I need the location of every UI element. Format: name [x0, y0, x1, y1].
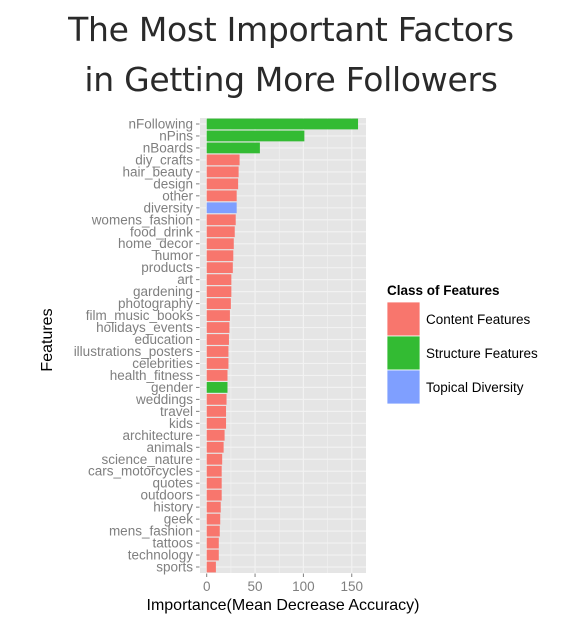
bar-health-fitness [206, 370, 228, 381]
bar-travel [206, 405, 227, 417]
x-tick-label: 0 [203, 579, 211, 594]
legend-item-topical-diversity: Topical Diversity [386, 369, 524, 405]
bar-hair-beauty [206, 166, 239, 178]
x-tick-label: 50 [248, 579, 263, 594]
bar-products [206, 262, 233, 274]
bar-gardening [206, 286, 232, 298]
bar-diversity [206, 202, 237, 214]
bar-nPins [206, 130, 305, 142]
bar-weddings [206, 393, 227, 405]
bar-kids [206, 417, 227, 429]
bar-nBoards [206, 142, 260, 154]
legend-label: Topical Diversity [426, 380, 524, 395]
legend-label: Content Features [426, 312, 531, 327]
legend: Class of Features Content Features Struct… [386, 283, 538, 405]
bar-history [206, 501, 221, 513]
legend-swatch [386, 335, 421, 371]
bar-photography [206, 298, 231, 309]
bar-geek [206, 513, 221, 525]
bar-education [206, 334, 229, 345]
legend-item-content-features: Content Features [386, 301, 531, 337]
bar-sports [206, 561, 216, 573]
x-axis: 0 50 100 150 [203, 573, 363, 594]
bar-science-nature [206, 453, 223, 465]
legend-title: Class of Features [387, 283, 500, 298]
bar-celebrities [206, 358, 229, 369]
bar-nFollowing [206, 118, 359, 130]
bar-technology [206, 549, 219, 561]
bar-art [206, 274, 232, 286]
legend-swatch [386, 369, 421, 405]
bar-chart: nFollowingnPinsnBoardsdiy_craftshair_bea… [39, 116, 538, 614]
y-tick-label: sports [156, 560, 193, 575]
legend-item-structure-features: Structure Features [386, 335, 538, 371]
x-tick-label: 150 [340, 579, 363, 594]
x-axis-title: Importance(Mean Decrease Accuracy) [147, 597, 420, 614]
bar-food-drink [206, 226, 235, 238]
bar-architecture [206, 429, 225, 441]
bar-gender [206, 382, 228, 393]
y-axis-title: Features [39, 308, 56, 371]
bar-womens-fashion [206, 214, 236, 226]
legend-label: Structure Features [426, 346, 538, 361]
bar-design [206, 178, 239, 190]
bar-outdoors [206, 489, 222, 501]
bar-film-music-books [206, 310, 230, 321]
bar-illustrations-posters [206, 346, 229, 357]
bar-mens-fashion [206, 525, 220, 537]
bar-tattoos [206, 537, 219, 549]
bar-holidays-events [206, 322, 230, 333]
legend-swatch [386, 301, 421, 337]
bar-other [206, 190, 237, 202]
bar-animals [206, 441, 224, 453]
y-axis: nFollowingnPinsnBoardsdiy_craftshair_bea… [74, 116, 200, 575]
x-tick-label: 100 [292, 579, 315, 594]
bar-quotes [206, 477, 222, 489]
bar-home-decor [206, 238, 234, 250]
bar-diy-crafts [206, 154, 240, 166]
bar-cars-motorcycles [206, 465, 222, 477]
bar-humor [206, 250, 234, 262]
